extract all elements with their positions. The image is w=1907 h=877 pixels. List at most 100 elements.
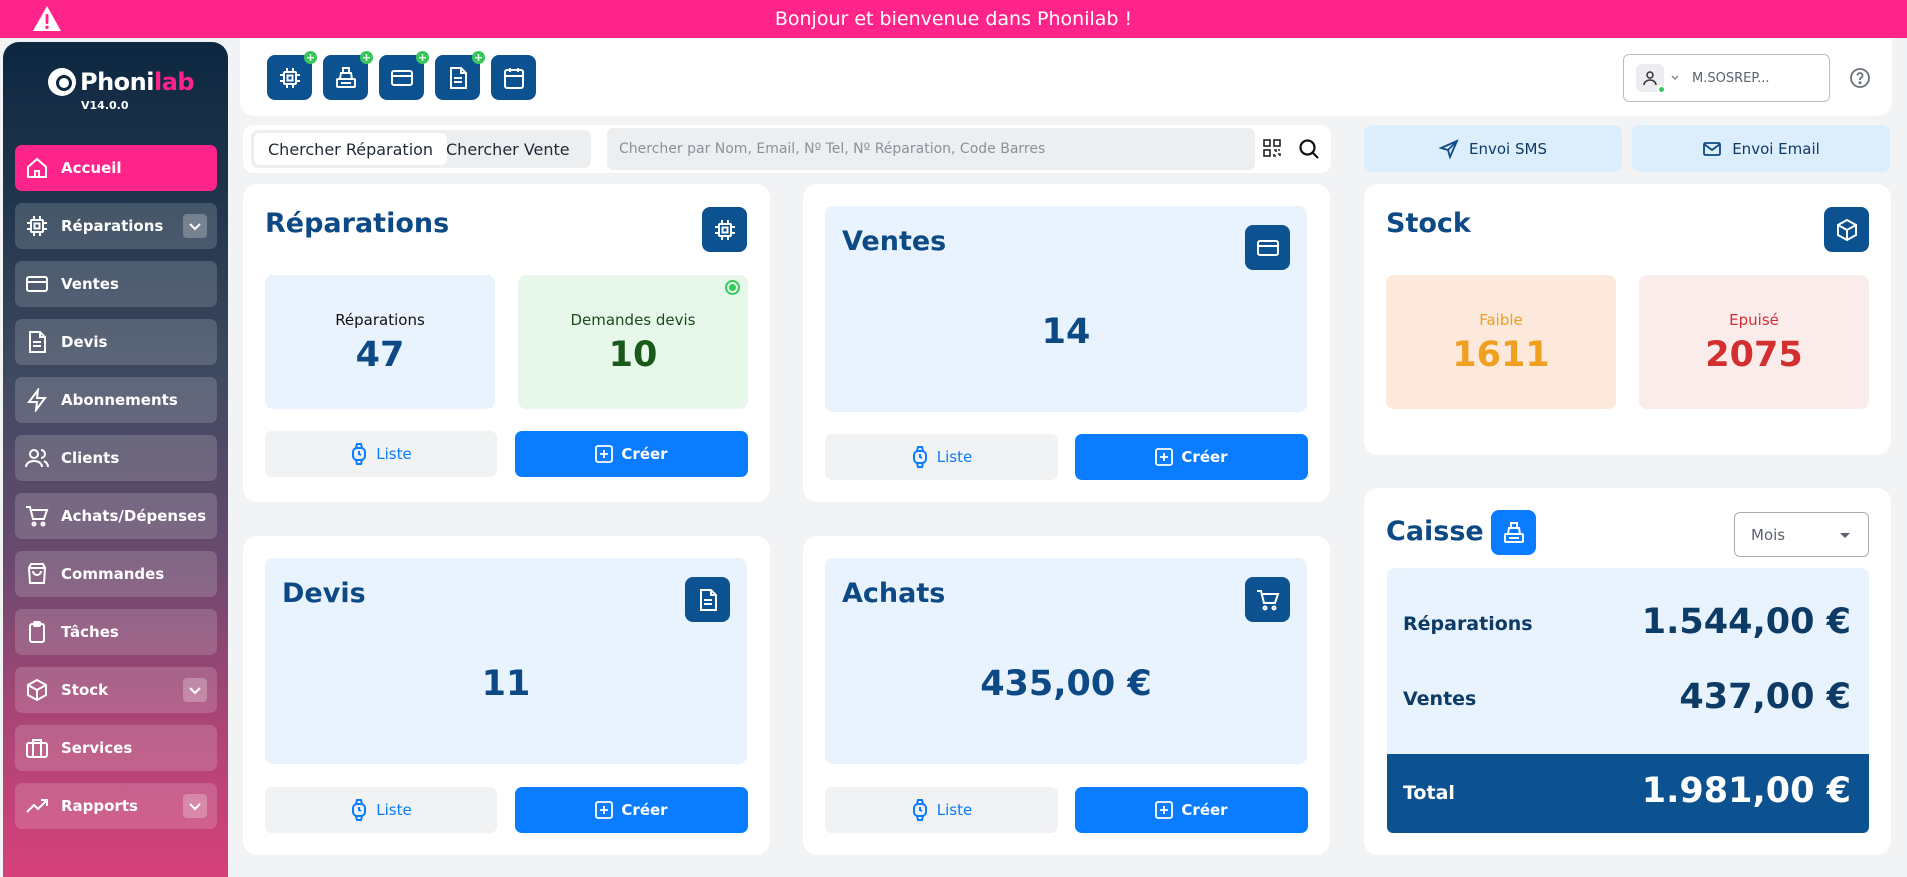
stock-low-panel[interactable]: Faible 1611	[1386, 275, 1616, 409]
sidebar-item-label: Réparations	[61, 217, 164, 235]
sidebar-item-reparations[interactable]: Réparations	[15, 203, 217, 249]
new-quote-button[interactable]: +	[435, 51, 485, 100]
sidebar-item-services[interactable]: Services	[15, 725, 217, 771]
calendar-button[interactable]	[491, 55, 536, 100]
sidebar-item-ventes[interactable]: Ventes	[15, 261, 217, 307]
sidebar-item-label: Ventes	[61, 275, 119, 293]
briefcase-icon	[26, 739, 48, 758]
quote-requests-panel[interactable]: Demandes devis 10	[518, 275, 748, 409]
cash-register-icon	[335, 66, 356, 88]
sidebar-item-label: Abonnements	[61, 391, 178, 409]
period-select[interactable]: Mois	[1734, 512, 1869, 557]
new-sale-button[interactable]: +	[379, 51, 429, 100]
repairs-count-panel[interactable]: Réparations 47	[265, 275, 495, 409]
stock-out-value: 2075	[1705, 335, 1803, 375]
sidebar-item-label: Services	[61, 739, 133, 757]
stock-card-icon[interactable]	[1824, 207, 1869, 252]
devis-card-icon[interactable]	[685, 577, 730, 622]
devis-creer-button[interactable]: Créer	[515, 787, 748, 833]
chevron-down-icon[interactable]	[183, 678, 207, 702]
sidebar-item-label: Stock	[61, 681, 109, 699]
trend-icon	[26, 799, 48, 813]
sidebar-item-accueil[interactable]: Accueil	[15, 145, 217, 191]
sidebar-item-label: Achats/Dépenses	[61, 507, 207, 525]
send-icon	[1439, 138, 1459, 159]
sidebar-item-label: Tâches	[61, 623, 119, 641]
sidebar-item-stock[interactable]: Stock	[15, 667, 217, 713]
top-toolbar: + + + + M.SOSREP...	[240, 38, 1892, 116]
ventes-creer-button[interactable]: Créer	[1075, 434, 1308, 480]
ventes-liste-button[interactable]: Liste	[825, 434, 1058, 480]
sidebar-item-label: Commandes	[61, 565, 165, 583]
caisse-total-label: Total	[1403, 782, 1455, 804]
stock-out-label: Epuisé	[1729, 311, 1779, 329]
devis-liste-button[interactable]: Liste	[265, 787, 497, 833]
reparations-creer-button[interactable]: Créer	[515, 431, 748, 477]
stock-out-panel[interactable]: Epuisé 2075	[1639, 275, 1869, 409]
cart-icon	[1256, 589, 1279, 610]
cart-icon	[26, 506, 49, 527]
reparations-card: Réparations Réparations 47 Demandes devi…	[243, 184, 770, 502]
reparations-card-icon[interactable]	[702, 207, 747, 252]
devis-panel[interactable]: Devis 11	[265, 558, 747, 764]
live-indicator-icon	[725, 280, 740, 295]
caisse-title: Caisse	[1386, 516, 1484, 547]
stock-low-label: Faible	[1479, 311, 1523, 329]
achats-liste-button[interactable]: Liste	[825, 787, 1058, 833]
sidebar-item-devis[interactable]: Devis	[15, 319, 217, 365]
sidebar-item-taches[interactable]: Tâches	[15, 609, 217, 655]
warning-icon	[32, 5, 62, 33]
chip-icon	[27, 216, 47, 236]
caisse-row-label: Ventes	[1403, 688, 1477, 710]
logo-mark	[48, 68, 76, 96]
creer-label: Créer	[1181, 801, 1228, 819]
sidebar-item-label: Clients	[61, 449, 120, 467]
search-icon[interactable]	[1298, 138, 1320, 160]
lightning-icon	[27, 388, 47, 412]
chevron-down-icon[interactable]	[183, 214, 207, 238]
tab-chercher-vente[interactable]: Chercher Vente	[432, 133, 584, 165]
creer-label: Créer	[1181, 448, 1228, 466]
search-input[interactable]	[607, 128, 1255, 170]
home-icon	[27, 157, 47, 178]
plus-square-icon	[595, 801, 614, 819]
sidebar-item-achats[interactable]: Achats/Dépenses	[15, 493, 217, 539]
sidebar-item-abonnements[interactable]: Abonnements	[15, 377, 217, 423]
ventes-card: Ventes 14 Liste Créer	[803, 184, 1330, 502]
ventes-card-icon[interactable]	[1245, 225, 1290, 270]
help-icon[interactable]	[1849, 67, 1871, 89]
qr-code-icon[interactable]	[1263, 139, 1281, 157]
devis-value: 11	[481, 664, 531, 704]
ventes-value: 14	[1041, 312, 1091, 352]
achats-card-icon[interactable]	[1245, 577, 1290, 622]
sidebar-item-commandes[interactable]: Commandes	[15, 551, 217, 597]
new-cash-entry-button[interactable]: +	[323, 51, 373, 100]
send-sms-button[interactable]: Envoi SMS	[1364, 125, 1622, 172]
watch-icon	[352, 799, 367, 821]
creer-label: Créer	[621, 445, 668, 463]
achats-panel[interactable]: Achats 435,00 €	[825, 558, 1307, 764]
brand-logo[interactable]: Phonilab	[48, 68, 195, 96]
caisse-total-value: 1.981,00 €	[1641, 771, 1851, 811]
period-select-value: Mois	[1751, 525, 1786, 544]
caisse-breakdown: Réparations 1.544,00 € Ventes 437,00 €	[1387, 568, 1869, 754]
caisse-card-icon[interactable]	[1491, 510, 1536, 555]
search-bar: Chercher Réparation Chercher Vente	[243, 125, 1331, 173]
ventes-panel[interactable]: Ventes 14	[825, 206, 1307, 412]
box-icon	[27, 678, 47, 702]
reparations-liste-button[interactable]: Liste	[265, 431, 497, 477]
achats-creer-button[interactable]: Créer	[1075, 787, 1308, 833]
tab-chercher-reparation[interactable]: Chercher Réparation	[254, 133, 448, 165]
chevron-down-icon[interactable]	[183, 794, 207, 818]
liste-label: Liste	[376, 445, 412, 463]
card-icon	[390, 69, 413, 86]
card-title: Devis	[282, 578, 366, 609]
sidebar-item-clients[interactable]: Clients	[15, 435, 217, 481]
send-email-label: Envoi Email	[1732, 139, 1820, 158]
user-menu[interactable]: M.SOSREP...	[1623, 54, 1830, 102]
chip-icon	[714, 219, 735, 240]
new-repair-button[interactable]: +	[267, 51, 317, 100]
send-email-button[interactable]: Envoi Email	[1632, 125, 1890, 172]
repairs-count-label: Réparations	[335, 311, 425, 329]
sidebar-item-rapports[interactable]: Rapports	[15, 783, 217, 829]
